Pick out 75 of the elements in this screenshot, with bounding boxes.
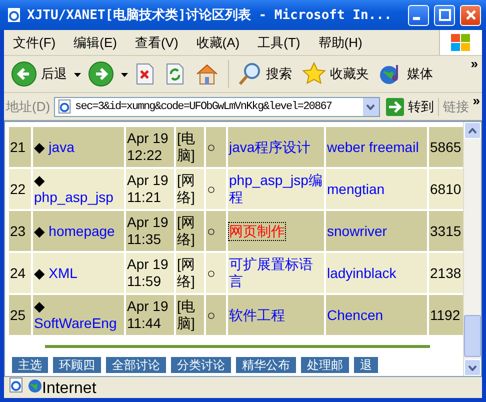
address-field[interactable]: sec=3&id=xumng&code=UFObGwLmVnKkg&level=20867 xyxy=(54,96,380,116)
menu-item[interactable]: 收藏(A) xyxy=(187,32,249,54)
board-link[interactable]: java xyxy=(48,138,74,156)
media-button[interactable]: 媒体 xyxy=(376,60,436,88)
diamond-icon: ◆ xyxy=(34,172,45,188)
star-icon xyxy=(302,62,326,86)
down-chevron-icon xyxy=(468,364,477,370)
search-button[interactable]: 搜索 xyxy=(235,60,295,88)
dropdown-caret-icon[interactable] xyxy=(362,98,379,116)
go-arrow-icon xyxy=(386,98,404,116)
security-zone: Internet xyxy=(42,380,96,397)
board-category: [电脑] xyxy=(176,127,204,167)
post-time: Apr 19 11:21 xyxy=(126,169,174,209)
row-number: 25 xyxy=(9,295,31,335)
post-time: Apr 19 11:35 xyxy=(126,211,174,251)
row-number: 21 xyxy=(9,127,31,167)
board-link[interactable]: homepage xyxy=(48,222,115,240)
links-more-button[interactable]: » xyxy=(472,93,480,108)
nav-button[interactable]: 精华公布 xyxy=(235,356,297,374)
row-number: 23 xyxy=(9,211,31,251)
close-icon xyxy=(464,9,476,21)
board-link[interactable]: SoftWareEng xyxy=(34,315,117,332)
windows-flag-icon xyxy=(450,32,472,52)
house-icon xyxy=(195,62,219,86)
post-count: 2138 xyxy=(429,253,466,293)
row-number: 24 xyxy=(9,253,31,293)
maximize-button[interactable] xyxy=(434,4,455,26)
nav-button[interactable]: 处理邮 xyxy=(300,356,350,374)
scrollbar[interactable] xyxy=(463,122,481,376)
board-link[interactable]: php_asp_jsp xyxy=(34,189,114,206)
diamond-icon: ◆ xyxy=(34,298,45,314)
board-category: [网络] xyxy=(176,253,204,293)
back-button[interactable]: 后退 xyxy=(8,59,70,89)
address-label: 地址(D) xyxy=(6,98,50,116)
close-button[interactable] xyxy=(460,4,481,26)
nav-button[interactable]: 全部讨论 xyxy=(105,356,167,374)
go-button[interactable]: 转到 xyxy=(384,98,439,116)
nav-button[interactable]: 退 xyxy=(353,356,379,374)
search-icon xyxy=(238,62,262,86)
post-time: Apr 19 11:59 xyxy=(126,253,174,293)
post-count: 1192 xyxy=(429,295,466,335)
nav-button[interactable]: 主选 xyxy=(11,356,49,374)
post-count: 3315 xyxy=(429,211,466,251)
row-number: 22 xyxy=(9,169,31,209)
menu-item[interactable]: 文件(F) xyxy=(4,32,65,54)
board-link[interactable]: XML xyxy=(48,264,78,282)
diamond-icon: ◆ xyxy=(34,264,45,280)
favorites-button[interactable]: 收藏夹 xyxy=(299,60,372,88)
menu-item[interactable]: 帮助(H) xyxy=(309,32,372,54)
menu-item[interactable]: 编辑(E) xyxy=(64,32,126,54)
board-category: [网络] xyxy=(176,211,204,251)
minimize-icon xyxy=(413,17,420,20)
board-category: [网络] xyxy=(176,169,204,209)
board-category: [电脑] xyxy=(176,295,204,335)
nav-button[interactable]: 分类讨论 xyxy=(170,356,232,374)
toolbar-more-button[interactable]: » xyxy=(470,56,478,71)
diamond-icon: ◆ xyxy=(34,222,45,238)
refresh-icon xyxy=(165,63,185,85)
browser-page-icon xyxy=(57,99,72,114)
menu-item[interactable]: 工具(T) xyxy=(248,32,310,54)
nav-button[interactable]: 环顾四 xyxy=(52,356,102,374)
minimize-button[interactable] xyxy=(408,4,429,26)
browser-page-icon xyxy=(6,7,22,23)
globe-icon xyxy=(28,379,42,393)
post-time: Apr 19 11:44 xyxy=(126,295,174,335)
menu-item[interactable]: 查看(V) xyxy=(126,32,188,54)
maximize-icon xyxy=(438,9,450,21)
post-time: Apr 19 12:22 xyxy=(126,127,174,167)
post-count: 6810 xyxy=(429,169,466,209)
diamond-icon: ◆ xyxy=(34,138,45,154)
window-title: XJTU/XANET[电脑技术类]讨论区列表 - Microsoft In... xyxy=(27,6,393,24)
up-chevron-icon xyxy=(468,128,477,134)
stop-icon xyxy=(135,63,155,85)
post-count: 5865 xyxy=(429,127,466,167)
scrollbar-thumb[interactable] xyxy=(464,315,481,357)
